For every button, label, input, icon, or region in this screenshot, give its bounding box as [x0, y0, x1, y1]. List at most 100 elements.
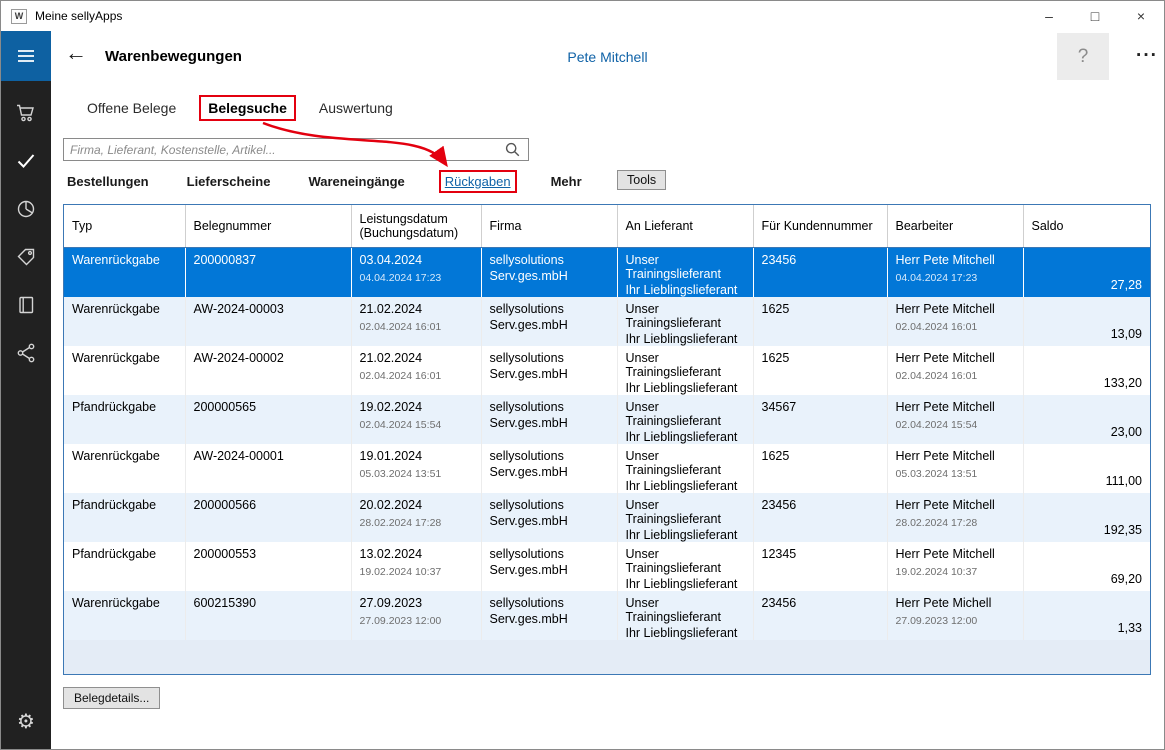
table-footer-band: [64, 640, 1150, 676]
sidebar-item-reports[interactable]: [1, 185, 51, 233]
cell-typ: Warenrückgabe: [64, 444, 185, 493]
column-header[interactable]: Saldo: [1023, 205, 1150, 247]
cell-kundennummer: 34567: [753, 395, 887, 444]
search-icon[interactable]: [505, 142, 520, 157]
sidebar-item-journal[interactable]: [1, 281, 51, 329]
minimize-button[interactable]: –: [1026, 1, 1072, 31]
price-tag-icon: [15, 246, 37, 268]
cell-leistungsdatum: 27.09.202327.09.2023 12:00: [351, 591, 481, 640]
cell-belegnummer: 600215390: [185, 591, 351, 640]
beleg-details-button[interactable]: Belegdetails...: [63, 687, 160, 709]
cell-kundennummer: 1625: [753, 444, 887, 493]
cell-bearbeiter: Herr Pete Mitchell19.02.2024 10:37: [887, 542, 1023, 591]
cell-bearbeiter: Herr Pete Mitchell28.02.2024 17:28: [887, 493, 1023, 542]
pie-chart-icon: [15, 198, 37, 220]
cell-lieferant: Unser TrainingslieferantIhr Lieblingslie…: [617, 542, 753, 591]
column-header[interactable]: Firma: [481, 205, 617, 247]
cell-leistungsdatum: 19.02.202402.04.2024 15:54: [351, 395, 481, 444]
table-row[interactable]: Pfandrückgabe 200000565 19.02.202402.04.…: [64, 395, 1150, 444]
cell-typ: Pfandrückgabe: [64, 493, 185, 542]
cell-typ: Warenrückgabe: [64, 247, 185, 297]
cell-leistungsdatum: 20.02.202428.02.2024 17:28: [351, 493, 481, 542]
cell-belegnummer: AW-2024-00001: [185, 444, 351, 493]
cell-belegnummer: 200000837: [185, 247, 351, 297]
cell-belegnummer: 200000553: [185, 542, 351, 591]
window-title: Meine sellyApps: [35, 9, 122, 23]
cell-firma: sellysolutionsServ.ges.mbH: [481, 493, 617, 542]
column-header[interactable]: Für Kundennummer: [753, 205, 887, 247]
sidebar-item-cart[interactable]: [1, 89, 51, 137]
user-name[interactable]: Pete Mitchell: [51, 49, 1164, 65]
menu-button[interactable]: [1, 31, 51, 81]
subtab[interactable]: Bestellungen: [63, 172, 153, 191]
cell-leistungsdatum: 21.02.202402.04.2024 16:01: [351, 297, 481, 346]
cell-leistungsdatum: 13.02.202419.02.2024 10:37: [351, 542, 481, 591]
cell-bearbeiter: Herr Pete Mitchell02.04.2024 15:54: [887, 395, 1023, 444]
cell-lieferant: Unser TrainingslieferantIhr Lieblingslie…: [617, 444, 753, 493]
cell-firma: sellysolutionsServ.ges.mbH: [481, 444, 617, 493]
cell-belegnummer: 200000565: [185, 395, 351, 444]
table-row[interactable]: Warenrückgabe 200000837 03.04.202404.04.…: [64, 247, 1150, 297]
more-button[interactable]: ···: [1127, 41, 1165, 71]
table-row[interactable]: Pfandrückgabe 200000566 20.02.202428.02.…: [64, 493, 1150, 542]
cell-bearbeiter: Herr Pete Mitchell04.04.2024 17:23: [887, 247, 1023, 297]
cell-leistungsdatum: 03.04.202404.04.2024 17:23: [351, 247, 481, 297]
sidebar-item-prices[interactable]: [1, 233, 51, 281]
column-header[interactable]: Belegnummer: [185, 205, 351, 247]
tools-button[interactable]: Tools: [617, 170, 666, 190]
tab[interactable]: Auswertung: [312, 97, 400, 119]
search-input[interactable]: [64, 143, 505, 157]
column-header[interactable]: An Lieferant: [617, 205, 753, 247]
maximize-button[interactable]: □: [1072, 1, 1118, 31]
app-body: ⚙ ← Warenbewegungen Pete Mitchell ? ··· …: [1, 31, 1164, 749]
titlebar: W Meine sellyApps – □ ×: [1, 1, 1164, 31]
sidebar-item-network[interactable]: [1, 329, 51, 377]
checkmark-icon: [15, 150, 37, 172]
cell-saldo: 27,28: [1023, 247, 1150, 297]
table-row[interactable]: Warenrückgabe AW-2024-00001 19.01.202405…: [64, 444, 1150, 493]
cell-lieferant: Unser TrainingslieferantIhr Lieblingslie…: [617, 247, 753, 297]
subtab[interactable]: Mehr: [547, 172, 586, 191]
search-box: [63, 138, 529, 161]
cell-firma: sellysolutionsServ.ges.mbH: [481, 591, 617, 640]
tab[interactable]: Belegsuche: [199, 95, 296, 121]
app-icon: W: [11, 9, 27, 24]
table-row[interactable]: Warenrückgabe AW-2024-00002 21.02.202402…: [64, 346, 1150, 395]
cell-typ: Warenrückgabe: [64, 346, 185, 395]
cell-saldo: 111,00: [1023, 444, 1150, 493]
cell-kundennummer: 12345: [753, 542, 887, 591]
table-header-row: Typ Belegnummer Leistungsdatum(Buchungsd…: [64, 205, 1150, 247]
cell-bearbeiter: Herr Pete Michell27.09.2023 12:00: [887, 591, 1023, 640]
tab[interactable]: Offene Belege: [80, 97, 183, 119]
cell-lieferant: Unser TrainingslieferantIhr Lieblingslie…: [617, 395, 753, 444]
sidebar-item-settings[interactable]: ⚙: [1, 699, 51, 743]
column-header[interactable]: Bearbeiter: [887, 205, 1023, 247]
column-header[interactable]: Leistungsdatum(Buchungsdatum): [351, 205, 481, 247]
cell-belegnummer: 200000566: [185, 493, 351, 542]
table-row[interactable]: Pfandrückgabe 200000553 13.02.202419.02.…: [64, 542, 1150, 591]
tabs: Offene Belege Belegsuche Auswertung: [80, 93, 400, 123]
cell-bearbeiter: Herr Pete Mitchell02.04.2024 16:01: [887, 297, 1023, 346]
cell-typ: Pfandrückgabe: [64, 542, 185, 591]
cell-bearbeiter: Herr Pete Mitchell05.03.2024 13:51: [887, 444, 1023, 493]
hamburger-icon: [15, 45, 37, 67]
subtab[interactable]: Wareneingänge: [304, 172, 408, 191]
sidebar-item-tasks[interactable]: [1, 137, 51, 185]
cart-icon: [15, 102, 37, 124]
cell-saldo: 23,00: [1023, 395, 1150, 444]
table-row[interactable]: Warenrückgabe 600215390 27.09.202327.09.…: [64, 591, 1150, 640]
table-row[interactable]: Warenrückgabe AW-2024-00003 21.02.202402…: [64, 297, 1150, 346]
cell-kundennummer: 23456: [753, 493, 887, 542]
column-header[interactable]: Typ: [64, 205, 185, 247]
cell-firma: sellysolutionsServ.ges.mbH: [481, 395, 617, 444]
close-button[interactable]: ×: [1118, 1, 1164, 31]
journal-icon: [15, 294, 37, 316]
cell-saldo: 1,33: [1023, 591, 1150, 640]
cell-kundennummer: 23456: [753, 247, 887, 297]
cell-firma: sellysolutionsServ.ges.mbH: [481, 346, 617, 395]
subtab[interactable]: Lieferscheine: [183, 172, 275, 191]
cell-saldo: 13,09: [1023, 297, 1150, 346]
help-button[interactable]: ?: [1057, 33, 1109, 80]
subtab[interactable]: Rückgaben: [439, 170, 517, 193]
cell-leistungsdatum: 21.02.202402.04.2024 16:01: [351, 346, 481, 395]
